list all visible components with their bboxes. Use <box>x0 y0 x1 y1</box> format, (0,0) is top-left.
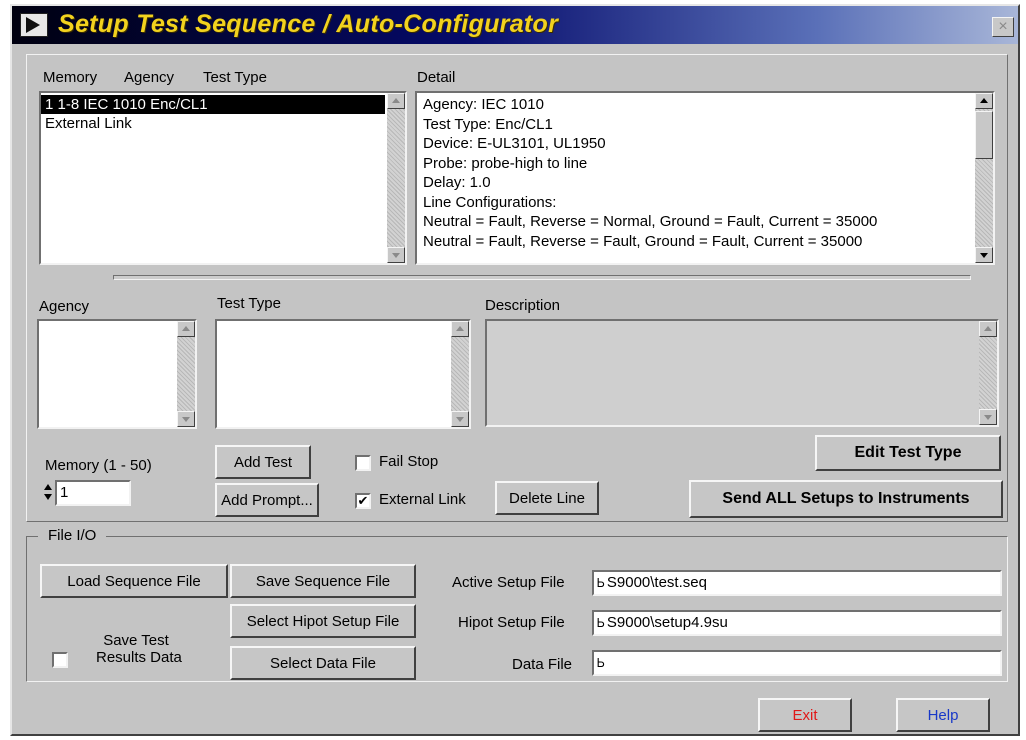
col-test-type-header: Test Type <box>203 69 267 86</box>
scroll-up-arrow-icon[interactable] <box>975 93 993 109</box>
list-item[interactable]: External Link <box>41 114 405 133</box>
scroll-up-arrow-icon[interactable] <box>451 321 469 337</box>
add-prompt-button[interactable]: Add Prompt... <box>215 483 319 517</box>
scroll-thumb[interactable] <box>975 111 993 159</box>
agency-list[interactable] <box>37 319 197 429</box>
memory-input[interactable]: 1 <box>55 480 131 506</box>
save-results-label-line2: Results Data <box>96 649 182 666</box>
select-hipot-setup-button[interactable]: Select Hipot Setup File <box>230 604 416 638</box>
test-type-label: Test Type <box>217 295 281 312</box>
path-icon: Ꮟ <box>597 576 605 590</box>
detail-line: Test Type: Enc/CL1 <box>423 115 553 133</box>
description-box[interactable] <box>485 319 999 427</box>
file-io-title: File I/O <box>38 527 107 544</box>
detail-box[interactable]: Agency: IEC 1010 Test Type: Enc/CL1 Device… <box>415 91 995 265</box>
list-item[interactable]: 1 1-8 IEC 1010 Enc/CL1 <box>41 95 385 114</box>
memory-spinner-icon[interactable] <box>43 480 53 506</box>
title-bar[interactable]: Setup Test Sequence / Auto-Configurator … <box>12 6 1018 44</box>
scroll-down-arrow-icon[interactable] <box>451 411 469 427</box>
main-panel: Memory Agency Test Type 1 1-8 IEC 1010 E… <box>26 54 1008 522</box>
detail-line: Probe: probe-high to line <box>423 154 588 172</box>
external-link-label: External Link <box>379 491 466 508</box>
app-window: Setup Test Sequence / Auto-Configurator … <box>10 4 1020 736</box>
scroll-down-arrow-icon[interactable] <box>975 247 993 263</box>
hipot-setup-label: Hipot Setup File <box>458 614 565 631</box>
close-button[interactable]: × <box>992 17 1014 37</box>
path-icon: Ꮟ <box>597 616 605 630</box>
detail-label: Detail <box>417 69 456 86</box>
panel-divider <box>113 275 971 280</box>
data-file-label: Data File <box>512 656 573 673</box>
exit-button[interactable]: Exit <box>758 698 852 732</box>
save-results-label: Save Test Results Data <box>96 632 182 666</box>
test-type-list[interactable] <box>215 319 471 429</box>
fail-stop-checkbox[interactable] <box>355 455 371 471</box>
scroll-down-arrow-icon[interactable] <box>979 409 997 425</box>
window-title: Setup Test Sequence / Auto-Configurator <box>58 10 559 38</box>
app-icon <box>20 13 48 37</box>
load-sequence-button[interactable]: Load Sequence File <box>40 564 228 598</box>
detail-line: Delay: 1.0 <box>423 174 491 191</box>
external-link-checkbox[interactable]: ✔ <box>355 493 371 509</box>
add-test-button[interactable]: Add Test <box>215 445 311 479</box>
save-results-label-line1: Save Test <box>103 632 169 649</box>
active-setup-value: S9000\test.seq <box>606 574 707 591</box>
memory-label: Memory (1 - 50) <box>45 457 152 474</box>
detail-line: Agency: IEC 1010 <box>423 96 544 113</box>
save-sequence-button[interactable]: Save Sequence File <box>230 564 416 598</box>
send-all-setups-button[interactable]: Send ALL Setups to Instruments <box>689 480 1003 518</box>
col-memory-header: Memory <box>43 69 98 86</box>
data-file-field[interactable]: Ꮟ <box>592 650 1002 676</box>
detail-line: Line Configurations: <box>423 193 557 211</box>
active-setup-field[interactable]: Ꮟ S9000\test.seq <box>592 570 1002 596</box>
delete-line-button[interactable]: Delete Line <box>495 481 599 515</box>
scroll-up-arrow-icon[interactable] <box>979 321 997 337</box>
detail-scrollbar[interactable] <box>975 93 993 263</box>
select-data-file-button[interactable]: Select Data File <box>230 646 416 680</box>
scroll-down-arrow-icon[interactable] <box>387 247 405 263</box>
scroll-down-arrow-icon[interactable] <box>177 411 195 427</box>
description-label: Description <box>485 297 561 314</box>
edit-test-type-button[interactable]: Edit Test Type <box>815 435 1001 471</box>
path-icon: Ꮟ <box>597 656 605 670</box>
save-results-checkbox[interactable] <box>52 652 68 668</box>
sequence-list[interactable]: 1 1-8 IEC 1010 Enc/CL1 External Link <box>39 91 407 265</box>
col-agency-header: Agency <box>124 69 175 86</box>
sequence-list-scrollbar[interactable] <box>387 93 405 263</box>
fail-stop-label: Fail Stop <box>379 453 439 470</box>
scroll-up-arrow-icon[interactable] <box>387 93 405 109</box>
active-setup-label: Active Setup File <box>452 574 565 591</box>
hipot-setup-value: S9000\setup4.9su <box>606 614 728 631</box>
test-type-list-scrollbar[interactable] <box>451 321 469 427</box>
detail-line: Neutral = Fault, Reverse = Fault, Ground… <box>423 232 863 250</box>
detail-line: Neutral = Fault, Reverse = Normal, Groun… <box>423 213 878 230</box>
agency-list-scrollbar[interactable] <box>177 321 195 427</box>
agency-label: Agency <box>39 298 90 315</box>
detail-line: Device: E-UL3101, UL1950 <box>423 135 606 152</box>
hipot-setup-field[interactable]: Ꮟ S9000\setup4.9su <box>592 610 1002 636</box>
help-button[interactable]: Help <box>896 698 990 732</box>
scroll-up-arrow-icon[interactable] <box>177 321 195 337</box>
description-scrollbar[interactable] <box>979 321 997 425</box>
